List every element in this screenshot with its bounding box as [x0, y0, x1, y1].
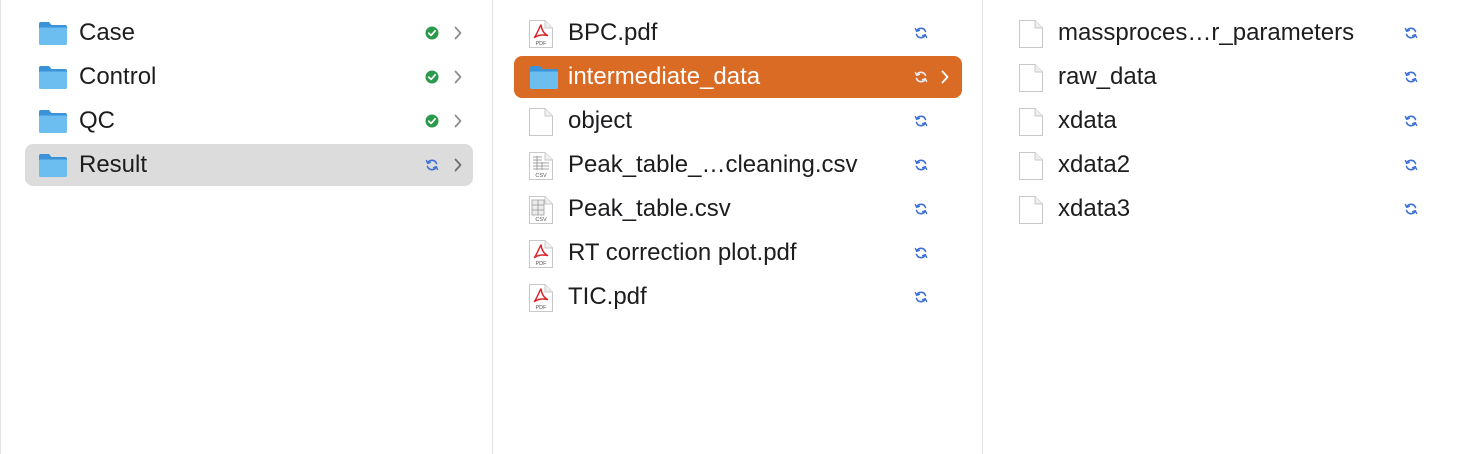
list-item-peak-table-csv[interactable]: CSV Peak_table.csv [514, 188, 962, 230]
csv-icon: CSV [528, 151, 554, 186]
pdf-icon: PDF [528, 19, 554, 54]
list-item-object[interactable]: object [514, 100, 962, 142]
syncing-icon [1404, 158, 1418, 172]
syncing-icon [914, 70, 928, 84]
document-icon [1018, 151, 1044, 186]
chevron-right-icon [940, 69, 950, 85]
list-item-raw-data[interactable]: raw_data [1007, 56, 1455, 98]
chevron-right-icon [453, 157, 463, 173]
syncing-icon [1404, 26, 1418, 40]
folder-icon [37, 151, 69, 184]
folder-icon [37, 19, 69, 52]
svg-text:PDF: PDF [536, 305, 548, 311]
chevron-right-icon [453, 25, 463, 41]
folder-icon [37, 107, 69, 140]
document-icon [1018, 195, 1044, 230]
csv-icon: CSV [528, 195, 554, 230]
document-icon [528, 107, 554, 142]
pdf-icon: PDF [528, 239, 554, 274]
item-label: TIC.pdf [568, 283, 647, 310]
list-item-result[interactable]: Result [25, 144, 473, 186]
syncing-icon [914, 246, 928, 260]
item-label: xdata3 [1058, 195, 1131, 222]
document-icon [1018, 63, 1044, 98]
list-item-qc[interactable]: QC [25, 100, 473, 142]
column-middle: PDF BPC.pdf intermediate_data object CSV [493, 0, 983, 454]
list-item-xdata[interactable]: xdata [1007, 100, 1455, 142]
item-label: BPC.pdf [568, 19, 658, 46]
svg-text:PDF: PDF [536, 41, 548, 47]
item-label: QC [79, 107, 115, 134]
item-label: Result [79, 151, 148, 178]
list-item-xdata2[interactable]: xdata2 [1007, 144, 1455, 186]
chevron-right-icon [453, 113, 463, 129]
item-label: object [568, 107, 633, 134]
chevron-right-icon [453, 69, 463, 85]
column-left: Case Control QC Result [0, 0, 493, 454]
item-label: raw_data [1058, 63, 1157, 90]
svg-text:PDF: PDF [536, 261, 548, 267]
list-item-massprocesser-parameters[interactable]: massproces…r_parameters [1007, 12, 1455, 54]
list-item-case[interactable]: Case [25, 12, 473, 54]
syncing-icon [914, 290, 928, 304]
syncing-icon [1404, 202, 1418, 216]
item-label: RT correction plot.pdf [568, 239, 797, 266]
syncing-icon [1404, 114, 1418, 128]
item-label: xdata2 [1058, 151, 1131, 178]
item-label: Case [79, 19, 136, 46]
item-label: Control [79, 63, 157, 90]
item-label: xdata [1058, 107, 1117, 134]
list-item-peak-table-cleaning-csv[interactable]: CSV Peak_table_…cleaning.csv [514, 144, 962, 186]
svg-text:CSV: CSV [535, 173, 547, 179]
document-icon [1018, 19, 1044, 54]
synced-check-icon [425, 70, 439, 84]
svg-text:CSV: CSV [535, 217, 547, 223]
syncing-icon [914, 26, 928, 40]
list-item-xdata3[interactable]: xdata3 [1007, 188, 1455, 230]
pdf-icon: PDF [528, 283, 554, 318]
list-item-tic-pdf[interactable]: PDF TIC.pdf [514, 276, 962, 318]
list-item-rt-correction-plot-pdf[interactable]: PDF RT correction plot.pdf [514, 232, 962, 274]
item-label: Peak_table.csv [568, 195, 731, 222]
list-item-control[interactable]: Control [25, 56, 473, 98]
syncing-icon [425, 158, 439, 172]
column-right: massproces…r_parameters raw_data xdata x… [983, 0, 1470, 454]
folder-icon [528, 63, 560, 96]
list-item-intermediate-data[interactable]: intermediate_data [514, 56, 962, 98]
list-item-bpc-pdf[interactable]: PDF BPC.pdf [514, 12, 962, 54]
synced-check-icon [425, 114, 439, 128]
syncing-icon [914, 158, 928, 172]
syncing-icon [914, 202, 928, 216]
synced-check-icon [425, 26, 439, 40]
folder-icon [37, 63, 69, 96]
item-label: intermediate_data [568, 63, 761, 90]
syncing-icon [1404, 70, 1418, 84]
syncing-icon [914, 114, 928, 128]
document-icon [1018, 107, 1044, 142]
item-label: Peak_table_…cleaning.csv [568, 151, 858, 178]
item-label: massproces…r_parameters [1058, 19, 1355, 46]
